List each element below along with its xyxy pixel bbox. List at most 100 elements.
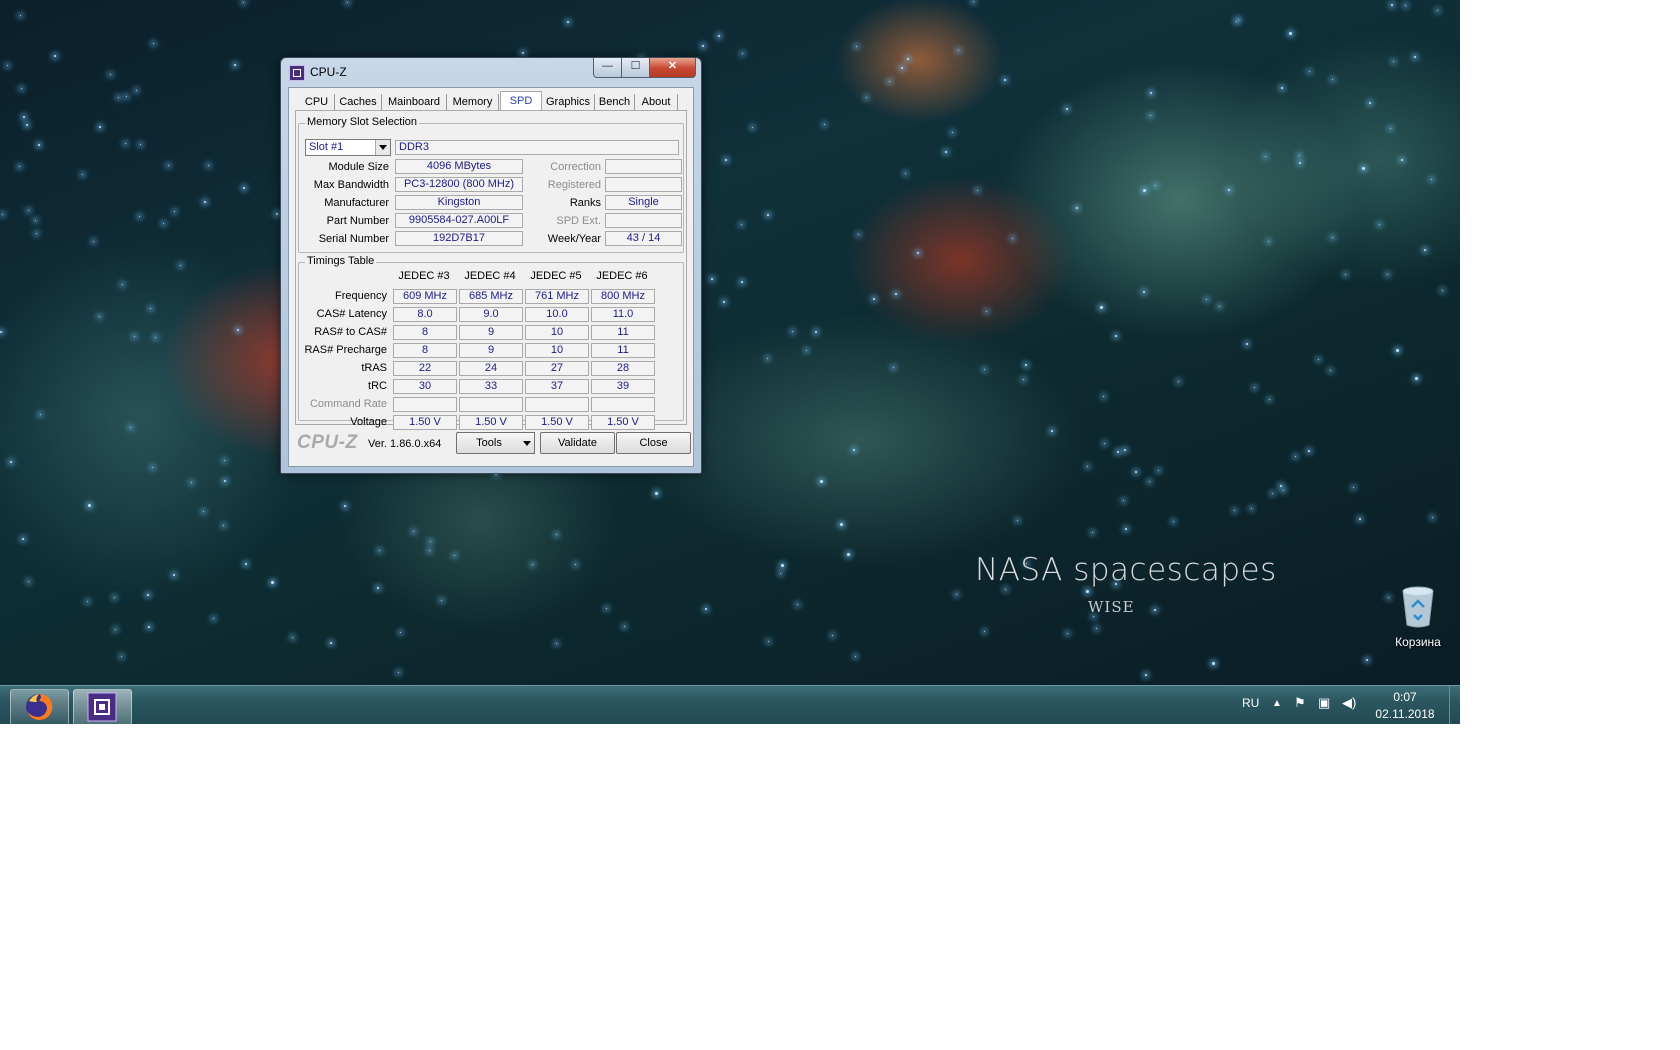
- wallpaper-star: [797, 604, 798, 605]
- wallpaper-star: [855, 656, 856, 657]
- wallpaper-star: [1289, 32, 1292, 35]
- wallpaper-star: [1149, 481, 1150, 482]
- wallpaper-star: [1442, 290, 1443, 291]
- timings-cell: [459, 397, 523, 412]
- action-center-flag-icon[interactable]: ⚑: [1294, 695, 1306, 711]
- timings-cell: 27: [525, 361, 589, 376]
- slot-select[interactable]: Slot #1: [305, 139, 391, 156]
- wallpaper-star: [1268, 241, 1269, 242]
- title-bar[interactable]: CPU-Z — ☐ ✕: [281, 58, 701, 84]
- wallpaper-star: [130, 427, 131, 428]
- wallpaper-star: [88, 504, 91, 507]
- wallpaper-star: [1362, 167, 1365, 170]
- wallpaper-star: [180, 265, 181, 266]
- network-icon[interactable]: ▣: [1318, 695, 1330, 711]
- volume-icon[interactable]: ◀): [1342, 695, 1356, 711]
- maximize-button[interactable]: ☐: [621, 58, 650, 78]
- clock[interactable]: 0:07 02.11.2018: [1372, 689, 1438, 723]
- tab-spd[interactable]: SPD: [500, 91, 542, 112]
- timings-cell: 11: [591, 325, 655, 340]
- wallpaper-star: [847, 553, 850, 556]
- correction-label: Correction: [550, 161, 601, 173]
- max-bandwidth-label: Max Bandwidth: [313, 179, 389, 191]
- timings-cell: 28: [591, 361, 655, 376]
- wallpaper-star: [1393, 61, 1394, 62]
- tab-caches[interactable]: Caches: [335, 94, 382, 110]
- wallpaper-star: [191, 482, 192, 483]
- wallpaper-star: [1387, 274, 1388, 275]
- wallpaper-star: [379, 550, 380, 551]
- wallpaper-star: [767, 358, 768, 359]
- timings-cell: 8: [393, 343, 457, 358]
- spd-ext-value: [605, 213, 682, 228]
- wallpaper-star: [853, 449, 855, 451]
- firefox-icon: [26, 693, 53, 720]
- wallpaper-star: [768, 641, 769, 642]
- tools-button[interactable]: Tools: [456, 432, 522, 454]
- manufacturer-value: Kingston: [395, 195, 523, 210]
- wallpaper-star: [28, 210, 29, 211]
- ranks-label: Ranks: [569, 197, 601, 209]
- wallpaper-star: [567, 21, 569, 23]
- wallpaper-star: [223, 525, 224, 526]
- close-button[interactable]: Close: [616, 432, 691, 454]
- show-desktop-button[interactable]: [1449, 686, 1460, 724]
- language-indicator[interactable]: RU: [1242, 696, 1259, 710]
- tab-mainboard[interactable]: Mainboard: [382, 94, 447, 110]
- wallpaper-star: [917, 252, 919, 254]
- wallpaper-star: [958, 50, 959, 51]
- tab-cpu[interactable]: CPU: [299, 94, 335, 110]
- taskbar-cpuz-button[interactable]: [73, 689, 132, 726]
- slot-select-value: Slot #1: [309, 141, 344, 153]
- tab-about[interactable]: About: [635, 94, 678, 110]
- wallpaper-star: [0, 331, 2, 333]
- wallpaper-star: [1212, 662, 1215, 665]
- minimize-button[interactable]: —: [593, 58, 622, 78]
- wallpaper-star: [856, 46, 857, 47]
- wallpaper-star: [1093, 616, 1094, 617]
- wallpaper-star: [344, 505, 346, 507]
- wallpaper-star: [1414, 56, 1416, 58]
- wallpaper-star: [245, 563, 247, 565]
- cpu-z-icon: [87, 692, 117, 722]
- wallpaper-title: NASA spacescapes: [975, 552, 1277, 588]
- wallpaper-star: [224, 460, 225, 461]
- taskbar-firefox-button[interactable]: [10, 689, 69, 726]
- wallpaper-star: [208, 165, 209, 166]
- timings-cell: 800 MHz: [591, 289, 655, 304]
- wallpaper-star: [741, 224, 742, 225]
- show-hidden-icons-arrow[interactable]: ▲: [1272, 698, 1282, 709]
- timings-cell: 8.0: [393, 307, 457, 322]
- tab-memory[interactable]: Memory: [447, 94, 499, 110]
- wallpaper-star: [1076, 207, 1078, 209]
- tools-dropdown-chevron-down-icon[interactable]: [520, 432, 535, 454]
- timings-table-title: Timings Table: [305, 255, 377, 267]
- wallpaper-star: [2, 214, 3, 215]
- wallpaper-star: [87, 601, 88, 602]
- wallpaper-star: [575, 564, 576, 565]
- clock-date: 02.11.2018: [1375, 707, 1435, 721]
- wallpaper-star: [93, 241, 94, 242]
- wallpaper-star: [204, 201, 206, 203]
- wallpaper-star: [1265, 156, 1266, 157]
- validate-button[interactable]: Validate: [540, 432, 615, 454]
- tab-bench[interactable]: Bench: [595, 94, 635, 110]
- recycle-bin-shortcut[interactable]: Корзина: [1380, 585, 1456, 649]
- timings-column-header: JEDEC #6: [596, 270, 648, 282]
- registered-value: [605, 177, 682, 192]
- wallpaper-star: [1228, 189, 1230, 191]
- close-window-button[interactable]: ✕: [649, 58, 696, 78]
- wallpaper-star: [1219, 306, 1220, 307]
- tab-graphics[interactable]: Graphics: [542, 94, 595, 110]
- wallpaper-star: [532, 564, 533, 565]
- wallpaper-star: [1135, 471, 1137, 473]
- part-number-label: Part Number: [326, 215, 389, 227]
- wallpaper-star: [1269, 399, 1270, 400]
- chevron-down-icon[interactable]: [375, 140, 390, 155]
- wallpaper-star: [1012, 238, 1013, 239]
- wallpaper-star: [54, 55, 56, 57]
- timings-cell: [525, 397, 589, 412]
- wallpaper-star: [1254, 387, 1255, 388]
- memory-slot-selection-title: Memory Slot Selection: [305, 116, 420, 128]
- wallpaper-star: [110, 74, 111, 75]
